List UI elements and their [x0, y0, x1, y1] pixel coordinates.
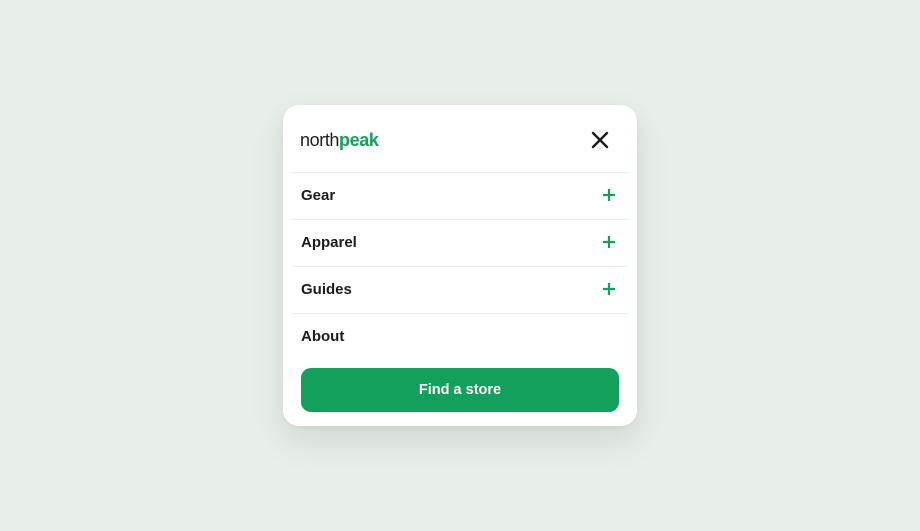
plus-icon	[603, 236, 615, 248]
plus-icon	[603, 189, 615, 201]
menu-header: northpeak	[283, 105, 637, 173]
menu-item-label: About	[301, 328, 345, 345]
mobile-menu-panel: northpeak Gear Apparel Guides About Find…	[283, 105, 637, 426]
logo-text-bold: peak	[339, 130, 379, 150]
logo-text-regular: north	[300, 130, 340, 150]
menu-item-label: Apparel	[301, 234, 357, 251]
menu-item-gear[interactable]: Gear	[292, 172, 628, 219]
menu-item-apparel[interactable]: Apparel	[292, 219, 628, 266]
brand-logo[interactable]: northpeak	[300, 129, 379, 151]
menu-item-guides[interactable]: Guides	[292, 266, 628, 313]
plus-icon	[603, 283, 615, 295]
close-button[interactable]	[585, 125, 615, 155]
find-store-button[interactable]: Find a store	[301, 368, 619, 412]
menu-item-about[interactable]: About	[292, 313, 628, 360]
menu-item-label: Guides	[301, 281, 352, 298]
menu-item-label: Gear	[301, 187, 336, 204]
close-icon	[591, 131, 609, 149]
menu-nav-list: Gear Apparel Guides About	[292, 172, 628, 360]
